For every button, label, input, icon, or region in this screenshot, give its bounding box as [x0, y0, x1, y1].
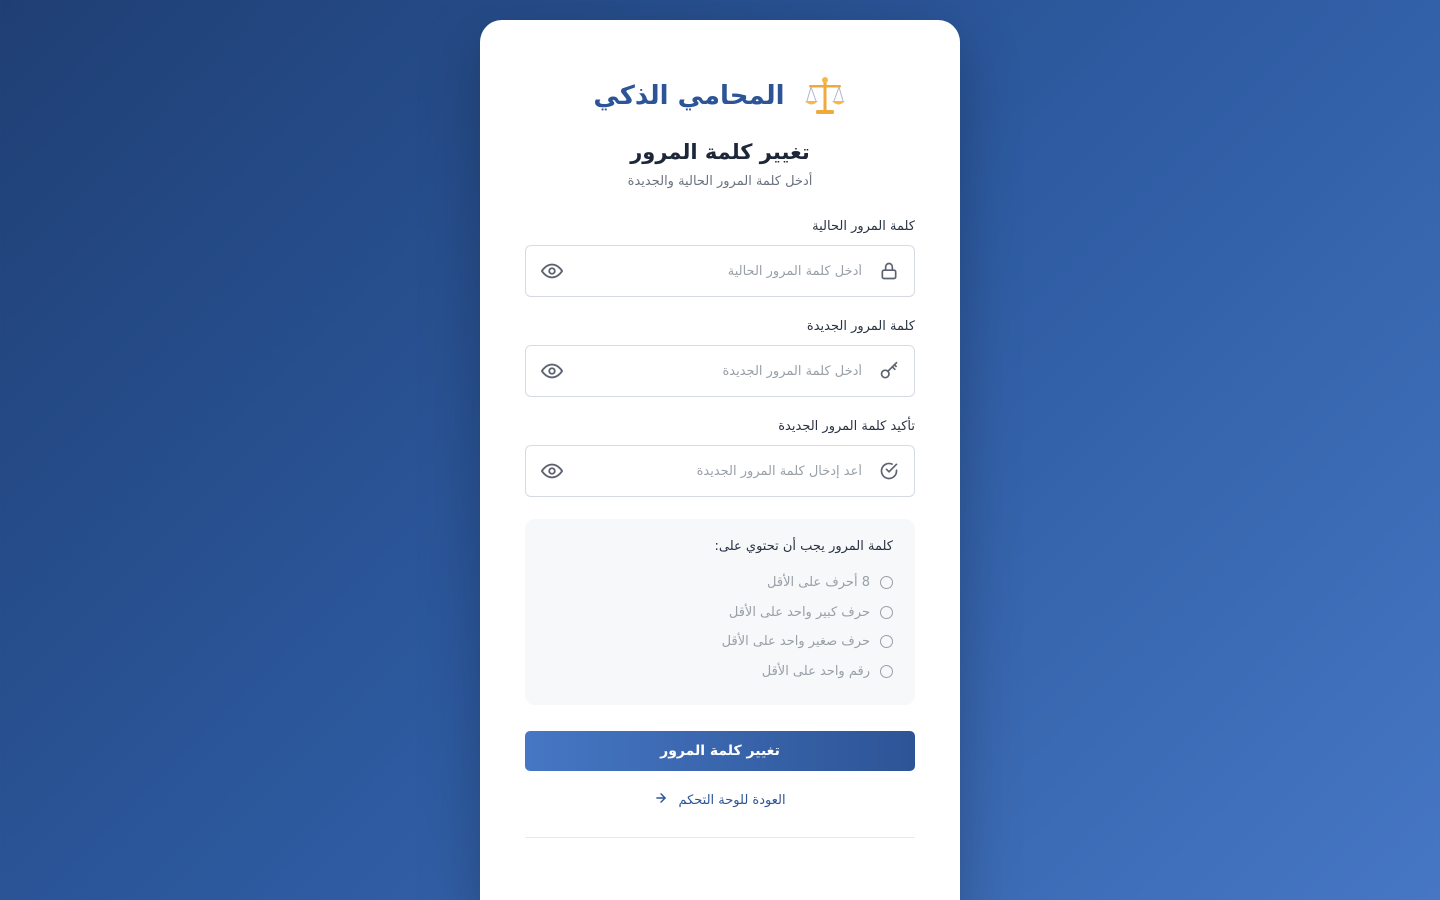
password-requirements: كلمة المرور يجب أن تحتوي على: 8 أحرف على… — [525, 519, 915, 705]
circle-icon — [880, 576, 893, 590]
scales-icon — [803, 74, 847, 118]
new-password-label: كلمة المرور الجديدة — [806, 319, 915, 334]
brand-header: المحامي الذكي — [525, 72, 915, 120]
circle-icon — [880, 664, 893, 678]
divider — [525, 837, 915, 838]
arrow-right-icon — [654, 791, 668, 809]
requirements-title: كلمة المرور يجب أن تحتوي على: — [714, 539, 894, 554]
check-circle-icon — [878, 460, 900, 482]
back-to-dashboard-link[interactable]: العودة للوحة التحكم — [525, 791, 915, 809]
change-password-button[interactable]: تغيير كلمة المرور — [525, 731, 915, 771]
circle-icon — [880, 605, 893, 619]
requirement-item: 8 أحرف على الأقل — [547, 568, 893, 598]
current-password-field: كلمة المرور الحالية — [525, 219, 915, 297]
current-password-input-wrap — [525, 245, 915, 297]
brand-name: المحامي الذكي — [593, 81, 785, 111]
new-password-input-wrap — [525, 345, 915, 397]
current-password-label: كلمة المرور الحالية — [812, 219, 915, 234]
requirement-label: حرف كبير واحد على الأقل — [728, 604, 870, 620]
requirement-item: حرف كبير واحد على الأقل — [547, 598, 893, 628]
confirm-password-input[interactable] — [526, 446, 914, 496]
requirement-label: رقم واحد على الأقل — [761, 663, 870, 679]
circle-icon — [880, 635, 893, 649]
back-link-label: العودة للوحة التحكم — [678, 792, 786, 808]
requirement-item: حرف صغير واحد على الأقل — [547, 627, 893, 657]
page-subtitle: أدخل كلمة المرور الحالية والجديدة — [627, 174, 813, 189]
confirm-password-input-wrap — [525, 445, 915, 497]
confirm-password-label: تأكيد كلمة المرور الجديدة — [778, 419, 915, 434]
new-password-input[interactable] — [526, 346, 914, 396]
change-password-card: المحامي الذكي تغيير كلمة المرور أدخل كلم… — [480, 20, 960, 900]
requirement-item: رقم واحد على الأقل — [547, 657, 893, 687]
eye-icon[interactable] — [540, 259, 564, 283]
current-password-input[interactable] — [526, 246, 914, 296]
lock-icon — [878, 260, 900, 282]
requirement-label: 8 أحرف على الأقل — [767, 575, 870, 591]
eye-icon[interactable] — [540, 359, 564, 383]
confirm-password-field: تأكيد كلمة المرور الجديدة — [525, 419, 915, 497]
key-icon — [878, 360, 900, 382]
requirement-label: حرف صغير واحد على الأقل — [721, 634, 870, 650]
new-password-field: كلمة المرور الجديدة — [525, 319, 915, 397]
eye-icon[interactable] — [540, 459, 564, 483]
page-title: تغيير كلمة المرور — [630, 140, 810, 164]
